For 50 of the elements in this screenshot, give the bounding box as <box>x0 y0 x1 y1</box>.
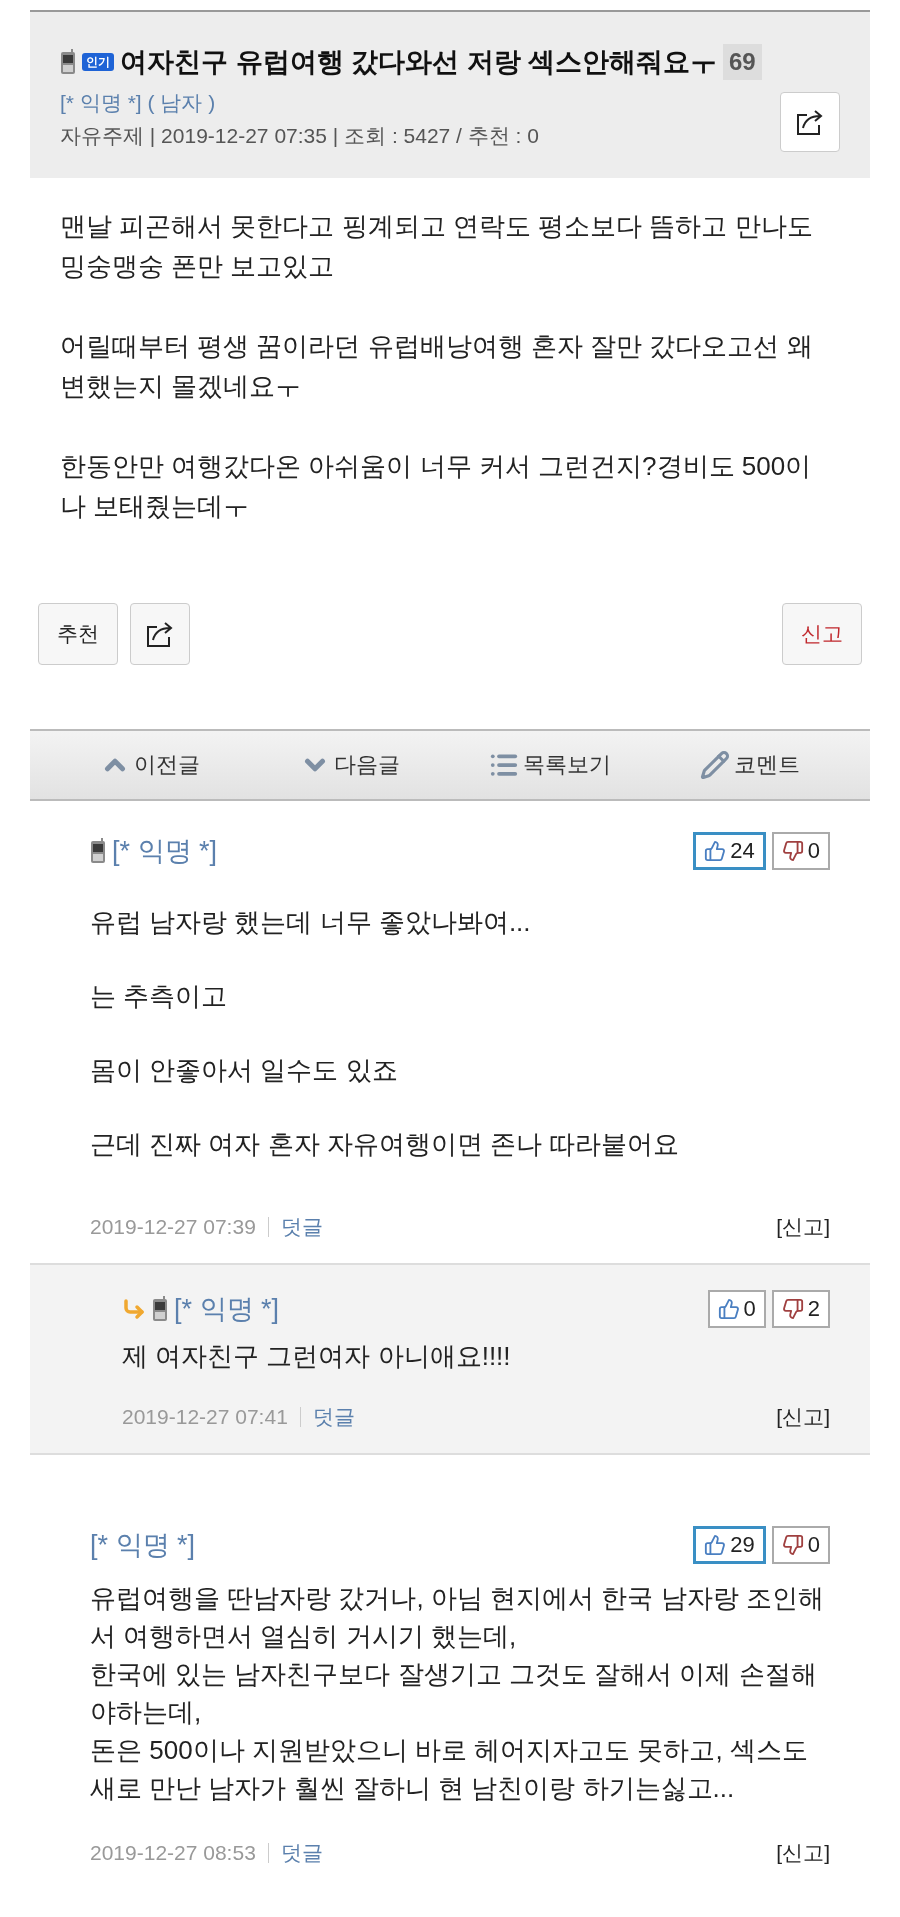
share-button[interactable] <box>780 91 840 152</box>
comment-date: 2019-12-27 07:41 <box>122 1404 288 1430</box>
comment-date: 2019-12-27 07:39 <box>90 1214 256 1240</box>
upvote-button[interactable]: 24 <box>693 831 766 870</box>
pencil-icon <box>700 749 730 780</box>
comment-text: 제 여자친구 그런여자 아니애요!!!! <box>122 1340 512 1373</box>
reply-arrow-icon <box>122 1296 146 1321</box>
comment-text: 는 추측이고 <box>90 980 229 1013</box>
popular-badge: 인기 <box>82 53 114 72</box>
comment-text: 유럽여행을 딴남자랑 갔거나, 아님 현지에서 한국 남자랑 조인해서 여행하면서 열심히 거시기 했는데, <box>90 1582 825 1653</box>
post-author: [* 익명 *] ( 남자 ) <box>60 89 217 116</box>
reply-link[interactable]: 덧글 <box>280 1211 323 1243</box>
nav-link[interactable]: 다음글 <box>250 748 450 781</box>
post-meta: 자유주제 | 2019-12-27 07:35 | 조회 : 5427 / 추천 : 0 <box>60 123 539 149</box>
upvote-button[interactable]: 29 <box>693 1525 766 1564</box>
thumbs-up-icon <box>717 1297 740 1320</box>
downvote-button[interactable]: 0 <box>771 1525 830 1564</box>
recommend-button[interactable]: 추천 <box>38 602 118 665</box>
downvote-button[interactable]: 2 <box>771 1289 830 1328</box>
thumbs-down-icon <box>781 1297 804 1320</box>
comment-author[interactable]: [* 익명 *] <box>174 1288 280 1329</box>
report-link[interactable]: [신고] <box>776 1211 830 1243</box>
post-title: 여자친구 유럽여행 갔다와선 저랑 섹스안해줘요ㅜ <box>120 46 717 79</box>
comment-text: 한국에 있는 남자친구보다 잘생기고 그것도 잘해서 이제 손절해야하는데, <box>90 1658 818 1729</box>
reply-link[interactable]: 덧글 <box>312 1401 355 1433</box>
upvote-button[interactable]: 0 <box>707 1289 766 1328</box>
thumbs-down-icon <box>781 839 804 862</box>
comment-text: 돈은 500이나 지원받았으니 바로 헤어지자고도 못하고, 섹스도 새로 만난 남자가 훨씬 잘하니 현 남친이랑 하기는싫고... <box>90 1734 809 1805</box>
thumbs-down-icon <box>781 1533 804 1556</box>
comment-author[interactable]: [* 익명 *] <box>112 830 218 871</box>
nav-link[interactable]: 코멘트 <box>650 748 850 781</box>
comment-text: 유럽 남자랑 했는데 너무 좋았나봐여... <box>90 906 532 939</box>
reply-link[interactable]: 덧글 <box>280 1837 323 1869</box>
comment-author[interactable]: [* 익명 *] <box>90 1524 196 1565</box>
nav-link[interactable]: 이전글 <box>50 748 250 781</box>
share-button[interactable] <box>130 602 190 665</box>
nav-link[interactable]: 목록보기 <box>450 748 650 781</box>
comment-text: 근데 진짜 여자 혼자 자유여행이면 존나 따라붙어요 <box>90 1128 681 1161</box>
thumbs-up-icon <box>704 839 727 862</box>
post-body-text: 한동안만 여행갔다온 아쉬움이 너무 커서 그런건지?경비도 500이나 보태줬는데ㅜ <box>60 449 813 523</box>
thumbs-up-icon <box>704 1533 727 1556</box>
comment-text: 몸이 안좋아서 일수도 있죠 <box>90 1054 399 1087</box>
comment-count: 69 <box>723 44 762 81</box>
downvote-button[interactable]: 0 <box>771 831 830 870</box>
report-button[interactable]: 신고 <box>782 602 862 665</box>
comment-date: 2019-12-27 08:53 <box>90 1840 256 1866</box>
post-body-text: 맨날 피곤해서 못한다고 핑계되고 연락도 평소보다 뜸하고 만나도 밍숭맹숭 폰만 보고있고 <box>60 209 814 283</box>
report-link[interactable]: [신고] <box>776 1401 830 1433</box>
post-body-text: 어릴때부터 평생 꿈이라던 유럽배낭여행 혼자 잘만 갔다오고선 왜 변했는지 몰겠네요ㅜ <box>60 329 814 403</box>
report-link[interactable]: [신고] <box>776 1837 830 1869</box>
